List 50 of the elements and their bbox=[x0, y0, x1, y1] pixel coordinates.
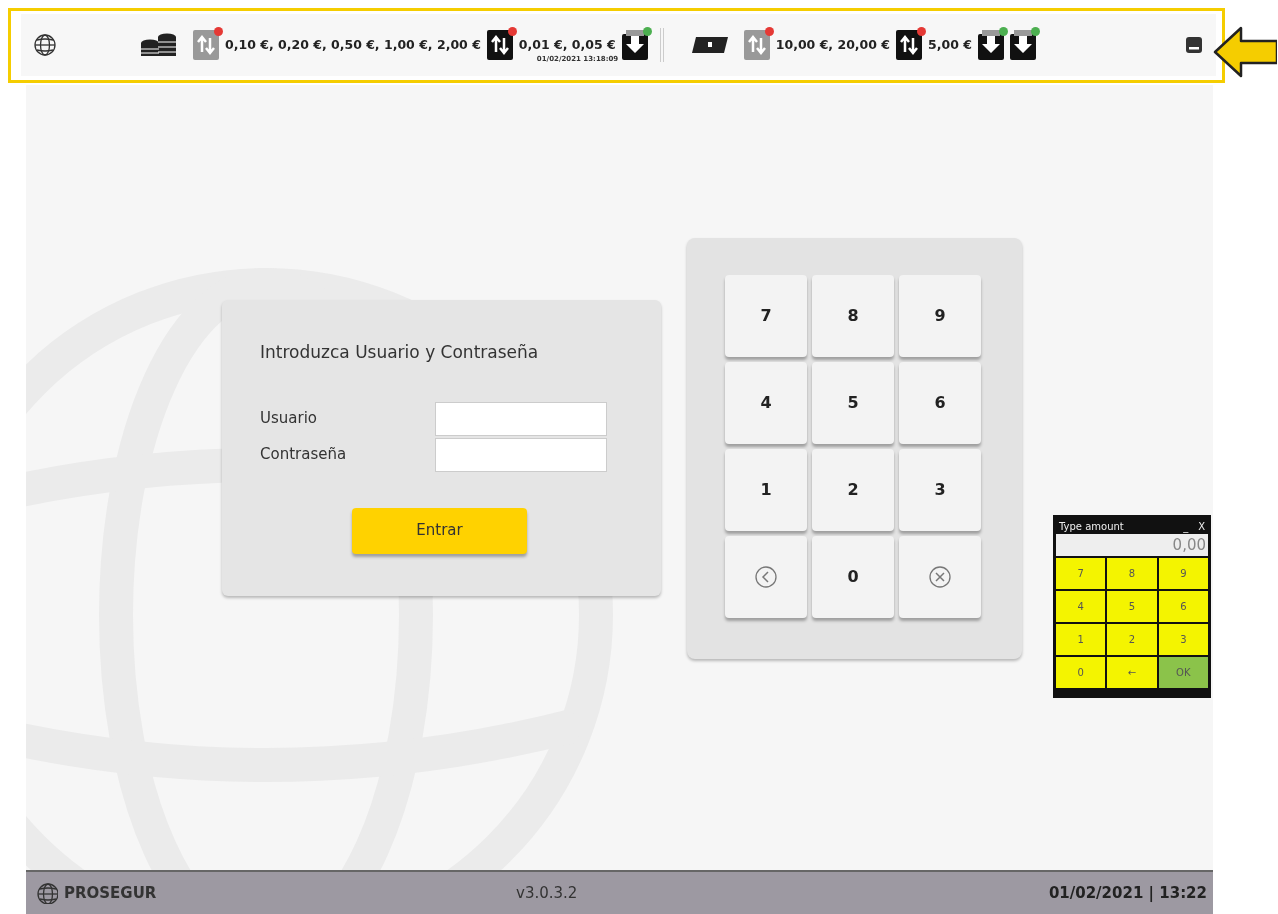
input-field[interactable] bbox=[435, 437, 607, 472]
keypad-key[interactable]: 8 bbox=[1107, 558, 1157, 589]
banknote-icon bbox=[689, 35, 730, 55]
keypad-key[interactable]: 0 bbox=[1056, 657, 1106, 688]
keypad-key[interactable]: 9 bbox=[1158, 558, 1208, 589]
download-arrow-icon[interactable] bbox=[977, 30, 1004, 60]
keypad-key[interactable]: 5 bbox=[1107, 591, 1157, 622]
field-label: Usuario bbox=[260, 408, 317, 430]
transfer-arrows-icon[interactable] bbox=[896, 30, 923, 60]
window-title: Type amount bbox=[1059, 519, 1125, 534]
keypad-key[interactable]: 9 bbox=[899, 275, 981, 357]
keypad-key[interactable]: 1 bbox=[1056, 624, 1106, 655]
keypad-key[interactable]: 4 bbox=[1056, 591, 1106, 622]
input-field[interactable] bbox=[435, 401, 607, 436]
back-icon bbox=[755, 566, 777, 588]
keypad-key[interactable]: 4 bbox=[725, 362, 807, 444]
login-title: Introduzca Usuario y Contraseña bbox=[260, 341, 540, 364]
minimize-button[interactable]: _ bbox=[1183, 518, 1189, 534]
keypad-key[interactable]: 0 bbox=[812, 536, 894, 618]
keypad-key[interactable]: 8 bbox=[812, 275, 894, 357]
keypad-key[interactable]: 1 bbox=[725, 449, 807, 531]
brand-name: PROSEGUR bbox=[64, 882, 157, 904]
keypad-key[interactable]: 6 bbox=[1158, 591, 1208, 622]
keypad-key[interactable]: 3 bbox=[1158, 624, 1208, 655]
download-arrow-icon[interactable] bbox=[1009, 30, 1036, 60]
field-label: Contraseña bbox=[260, 444, 347, 466]
datetime-label: 01/02/2021 | 13:22 bbox=[1048, 882, 1207, 904]
login-button[interactable]: Entrar bbox=[352, 507, 527, 554]
globe-icon bbox=[36, 882, 58, 904]
keypad-key[interactable]: 3 bbox=[899, 449, 981, 531]
keypad-key[interactable]: 2 bbox=[1107, 624, 1157, 655]
download-arrow-icon[interactable] bbox=[621, 30, 648, 60]
keypad-key[interactable]: 7 bbox=[1056, 558, 1106, 589]
clear-icon bbox=[929, 566, 951, 588]
minimize-icon[interactable] bbox=[1186, 37, 1202, 53]
keypad-key[interactable]: ← bbox=[1107, 657, 1157, 688]
close-button[interactable]: X bbox=[1198, 518, 1205, 534]
version-label: v3.0.3.2 bbox=[516, 882, 579, 904]
transfer-arrows-icon[interactable] bbox=[486, 30, 513, 60]
ok-button[interactable]: OK bbox=[1158, 657, 1208, 688]
keypad-key[interactable]: 5 bbox=[812, 362, 894, 444]
denomination-label: 10,00 €, 20,00 € bbox=[775, 36, 891, 52]
denomination-label: 0,01 €, 0,05 € bbox=[518, 36, 616, 52]
globe-icon[interactable] bbox=[33, 33, 57, 57]
coins-icon bbox=[139, 31, 179, 59]
denomination-label: 0,10 €, 0,20 €, 0,50 €, 1,00 €, 2,00 € bbox=[225, 36, 481, 52]
keypad-key[interactable]: 2 bbox=[812, 449, 894, 531]
denomination-label: 5,00 € bbox=[928, 36, 972, 52]
keypad-key[interactable]: 6 bbox=[899, 362, 981, 444]
keypad-key[interactable]: 7 bbox=[725, 275, 807, 357]
